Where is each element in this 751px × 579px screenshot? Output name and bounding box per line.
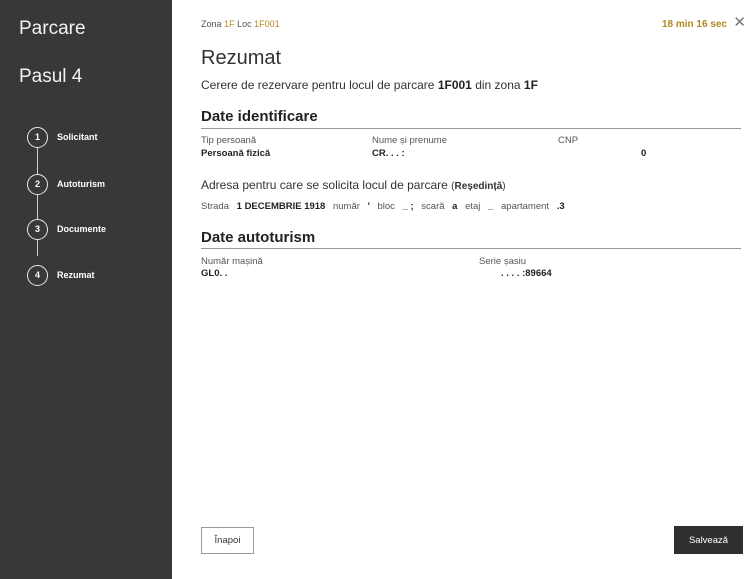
strada-label: Strada — [201, 201, 229, 212]
section-heading-autoturism: Date autoturism — [201, 229, 316, 246]
cnp-label: CNP — [558, 135, 579, 146]
tip-persoana-label: Tip persoană — [201, 135, 257, 146]
nume-label: Nume și prenume — [372, 135, 447, 146]
subtitle-loc: 1F001 — [437, 78, 472, 92]
step-number: 1 — [27, 126, 48, 148]
step-autoturism[interactable]: 2 Autoturism — [26, 173, 105, 195]
apartament-value: .3 — [556, 201, 565, 212]
zone-loc-info: Zona 1F Loc 1F001 — [201, 19, 280, 29]
etaj-value: _ — [488, 201, 494, 212]
step-label: Solicitant — [57, 132, 98, 142]
step-label: Autoturism — [57, 179, 105, 189]
address-line: Strada 1 DECEMBRIE 1918 număr ' bloc _ ;… — [201, 201, 570, 212]
step-documente[interactable]: 3 Documente — [26, 218, 106, 240]
step-number: 3 — [27, 218, 48, 240]
strada-value: 1 DECEMBRIE 1918 — [236, 201, 326, 212]
scara-label: scară — [421, 201, 445, 212]
numar-masina-value: GL0. . — [201, 268, 228, 279]
page-subtitle: Cerere de rezervare pentru locul de parc… — [201, 78, 538, 92]
cnp-value: 0 — [641, 148, 647, 159]
tip-persoana-value: Persoană fizică — [201, 148, 271, 159]
address-title: Adresa pentru care se solicita locul de … — [201, 178, 506, 192]
section-divider — [201, 248, 741, 249]
bloc-label: bloc — [377, 201, 395, 212]
address-type: Reședință — [454, 181, 503, 192]
zone-value: 1F — [224, 19, 235, 29]
main-content: Zona 1F Loc 1F001 18 min 16 sec ✕ Rezuma… — [201, 0, 751, 579]
sidebar-step-indicator: Pasul 4 — [19, 66, 83, 87]
step-number: 4 — [27, 264, 48, 286]
save-button[interactable]: Salvează — [674, 526, 743, 554]
topbar: Zona 1F Loc 1F001 18 min 16 sec ✕ — [201, 15, 746, 33]
serie-sasiu-label: Serie șasiu — [479, 256, 526, 267]
loc-label: Loc — [237, 19, 252, 29]
step-label: Documente — [57, 224, 107, 234]
bloc-value: _ ; — [402, 201, 414, 212]
loc-value: 1F001 — [254, 19, 280, 29]
step-solicitant[interactable]: 1 Solicitant — [26, 126, 98, 148]
subtitle-mid: din zona — [475, 78, 521, 92]
sidebar-title: Parcare — [19, 18, 86, 39]
nume-value: CR. . . : — [372, 148, 405, 159]
subtitle-prefix: Cerere de rezervare pentru locul de parc… — [201, 78, 435, 92]
stepper: 1 Solicitant 2 Autoturism 3 Documente 4 … — [26, 122, 166, 286]
sidebar: Parcare Pasul 4 1 Solicitant 2 Autoturis… — [0, 0, 172, 579]
serie-sasiu-value: . . . . :89664 — [501, 268, 552, 279]
countdown-timer: 18 min 16 sec — [661, 19, 727, 30]
zone-label: Zona — [201, 19, 222, 29]
step-number: 2 — [27, 173, 48, 195]
close-icon[interactable]: ✕ — [733, 15, 746, 30]
subtitle-zone: 1F — [523, 78, 538, 92]
section-divider — [201, 128, 741, 129]
address-title-text: Adresa pentru care se solicita locul de … — [201, 178, 448, 192]
page-title: Rezumat — [201, 47, 282, 69]
step-label: Rezumat — [57, 270, 95, 280]
step-rezumat[interactable]: 4 Rezumat — [26, 264, 95, 286]
numar-label: număr — [332, 201, 360, 212]
back-button[interactable]: Înapoi — [201, 527, 254, 554]
numar-masina-label: Număr mașină — [201, 256, 263, 267]
scara-value: a — [452, 201, 458, 212]
apartament-label: apartament — [501, 201, 550, 212]
numar-value: ' — [367, 201, 370, 212]
etaj-label: etaj — [465, 201, 481, 212]
section-heading-identificare: Date identificare — [201, 108, 318, 125]
